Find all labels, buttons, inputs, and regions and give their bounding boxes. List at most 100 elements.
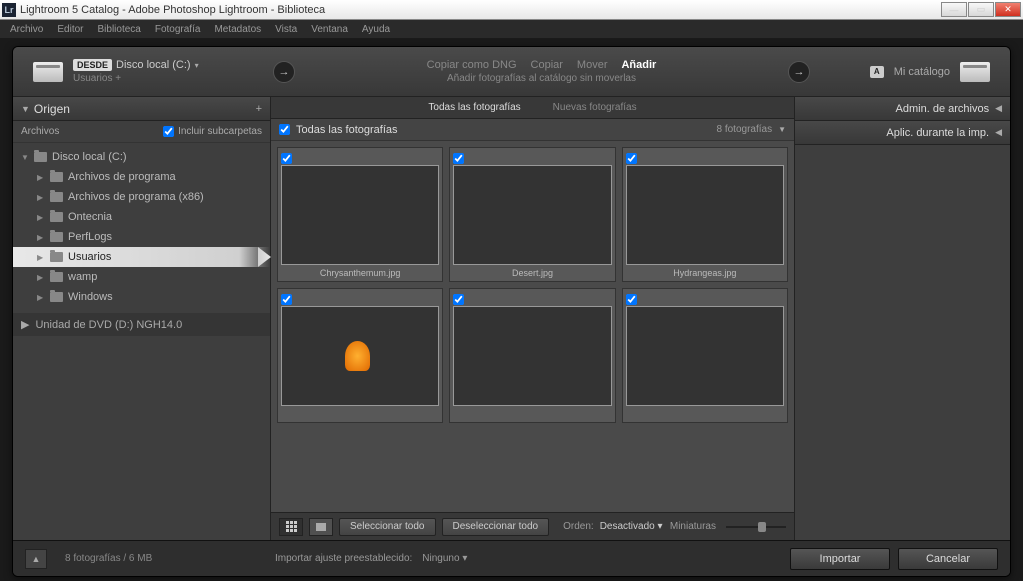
thumbnail-image[interactable]	[626, 306, 784, 406]
import-header: DESDE Disco local (C:) ▾ Usuarios + → Co…	[13, 47, 1010, 97]
import-button[interactable]: Importar	[790, 548, 890, 570]
thumbnail-cell[interactable]: Hydrangeas.jpg	[622, 147, 788, 282]
close-button[interactable]: ✕	[995, 2, 1021, 17]
folder-ontecnia[interactable]: ▶Ontecnia	[13, 207, 270, 227]
files-label: Archivos	[21, 126, 59, 137]
folder-windows[interactable]: ▶Windows	[13, 287, 270, 307]
preview-tabs: Todas las fotografías Nuevas fotografías	[271, 97, 794, 119]
source-panel: ▼ Origen + Archivos Incluir subcarpetas …	[13, 97, 271, 540]
panel-header-origen[interactable]: ▼ Origen +	[13, 97, 270, 121]
minimize-button[interactable]: —	[941, 2, 967, 17]
cancel-button[interactable]: Cancelar	[898, 548, 998, 570]
hdd-icon	[33, 62, 63, 82]
include-subfolders-checkbox[interactable]: Incluir subcarpetas	[163, 126, 262, 137]
menu-vista[interactable]: Vista	[269, 22, 303, 37]
thumbnail-cell[interactable]: Chrysanthemum.jpg	[277, 147, 443, 282]
photo-count: 8 fotografías	[716, 124, 772, 135]
triangle-right-icon: ▶	[37, 273, 45, 282]
settings-panel: Admin. de archivos◀Aplic. durante la imp…	[795, 97, 1010, 540]
source-drive[interactable]: Disco local (C:)	[116, 59, 191, 71]
menu-archivo[interactable]: Archivo	[4, 22, 49, 37]
action-hint: Añadir fotografías al catálogo sin mover…	[447, 73, 636, 84]
thumbnail-cell[interactable]: Desert.jpg	[449, 147, 615, 282]
menu-biblioteca[interactable]: Biblioteca	[91, 22, 146, 37]
select-all-button[interactable]: Seleccionar todo	[339, 518, 436, 536]
arrow-right-button[interactable]: →	[788, 61, 810, 83]
folder-icon	[50, 232, 63, 242]
triangle-left-icon: ◀	[995, 127, 1002, 138]
panel-header-admin-de-archivos[interactable]: Admin. de archivos◀	[795, 97, 1010, 121]
folder-usuarios[interactable]: ▶Usuarios	[13, 247, 270, 267]
folder-wamp[interactable]: ▶wamp	[13, 267, 270, 287]
tree-root[interactable]: ▼ Disco local (C:)	[13, 147, 270, 167]
grid-view-button[interactable]	[279, 518, 303, 536]
expand-button[interactable]: ▲	[25, 549, 47, 569]
triangle-down-icon[interactable]: ▼	[778, 125, 786, 134]
tab-todas-las-fotografías[interactable]: Todas las fotografías	[422, 99, 526, 116]
photo-checkbox[interactable]	[626, 294, 637, 305]
catalog-key-badge: A	[870, 66, 884, 78]
preview-panel: Todas las fotografíasNuevas fotografías …	[271, 97, 795, 540]
hdd-icon	[960, 62, 990, 82]
menu-metadatos[interactable]: Metadatos	[208, 22, 267, 37]
tree-dvd[interactable]: ▶ Unidad de DVD (D:) NGH14.0	[13, 313, 270, 336]
triangle-down-icon: ▼	[21, 104, 30, 114]
menu-editor[interactable]: Editor	[51, 22, 89, 37]
photo-checkbox[interactable]	[626, 153, 637, 164]
thumbnail-size-slider[interactable]	[726, 526, 786, 528]
action-copiar-como-dng[interactable]: Copiar como DNG	[427, 59, 517, 71]
photo-checkbox[interactable]	[281, 153, 292, 164]
tab-nuevas-fotografías[interactable]: Nuevas fotografías	[547, 99, 643, 116]
all-photos-header: Todas las fotografías 8 fotografías ▼	[271, 119, 794, 141]
thumbnail-image[interactable]	[281, 306, 439, 406]
folder-perflogs[interactable]: ▶PerfLogs	[13, 227, 270, 247]
thumbnail-image[interactable]	[453, 165, 611, 265]
triangle-right-icon: ▶	[37, 233, 45, 242]
triangle-right-icon: ▶	[21, 318, 29, 331]
thumbnail-image[interactable]	[281, 165, 439, 265]
thumbnail-image[interactable]	[453, 306, 611, 406]
folder-archivos-de-programa[interactable]: ▶Archivos de programa	[13, 167, 270, 187]
deselect-all-button[interactable]: Deseleccionar todo	[442, 518, 550, 536]
thumbnail-cell[interactable]	[449, 288, 615, 423]
photo-checkbox[interactable]	[453, 294, 464, 305]
menu-fotografía[interactable]: Fotografía	[149, 22, 207, 37]
preview-toolbar: Seleccionar todo Deseleccionar todo Orde…	[271, 512, 794, 540]
source-breadcrumb[interactable]: Usuarios +	[73, 73, 199, 84]
import-actions: Copiar como DNG Copiar Mover Añadir	[427, 59, 657, 71]
catalog-name: Mi catálogo	[894, 66, 950, 78]
thumbnail-cell[interactable]	[622, 288, 788, 423]
select-all-checkbox[interactable]	[279, 124, 290, 135]
triangle-right-icon: ▶	[37, 193, 45, 202]
window-titlebar: Lr Lightroom 5 Catalog - Adobe Photoshop…	[0, 0, 1023, 20]
arrow-right-button[interactable]: →	[273, 61, 295, 83]
menu-ayuda[interactable]: Ayuda	[356, 22, 396, 37]
folder-icon	[50, 272, 63, 282]
loupe-view-button[interactable]	[309, 518, 333, 536]
photo-checkbox[interactable]	[453, 153, 464, 164]
action-copiar[interactable]: Copiar	[531, 59, 563, 71]
folder-icon	[50, 212, 63, 222]
thumbnail-grid: Chrysanthemum.jpg Desert.jpgHydrangeas.jp…	[271, 141, 794, 512]
dropdown-icon[interactable]: ▾	[195, 61, 199, 70]
panel-header-aplic-durante-la-imp-[interactable]: Aplic. durante la imp.◀	[795, 121, 1010, 145]
import-footer: ▲ 8 fotografías / 6 MB Importar ajuste p…	[13, 540, 1010, 576]
folder-icon	[50, 292, 63, 302]
menu-bar: ArchivoEditorBibliotecaFotografíaMetadat…	[0, 20, 1023, 38]
menu-ventana[interactable]: Ventana	[305, 22, 354, 37]
thumbnail-image[interactable]	[626, 165, 784, 265]
folder-archivos-de-programa-x86-[interactable]: ▶Archivos de programa (x86)	[13, 187, 270, 207]
folder-icon	[50, 172, 63, 182]
add-source-button[interactable]: +	[256, 103, 262, 115]
from-badge: DESDE	[73, 59, 112, 71]
sort-dropdown[interactable]: Desactivado ▾	[600, 521, 663, 532]
triangle-right-icon: ▶	[37, 213, 45, 222]
thumbnail-cell[interactable]	[277, 288, 443, 423]
filename: Chrysanthemum.jpg	[281, 268, 439, 278]
maximize-button[interactable]: ▭	[968, 2, 994, 17]
photo-checkbox[interactable]	[281, 294, 292, 305]
action-mover[interactable]: Mover	[577, 59, 608, 71]
import-dialog: DESDE Disco local (C:) ▾ Usuarios + → Co…	[12, 46, 1011, 577]
preset-dropdown[interactable]: Ninguno ▾	[422, 553, 467, 564]
action-añadir[interactable]: Añadir	[621, 59, 656, 71]
